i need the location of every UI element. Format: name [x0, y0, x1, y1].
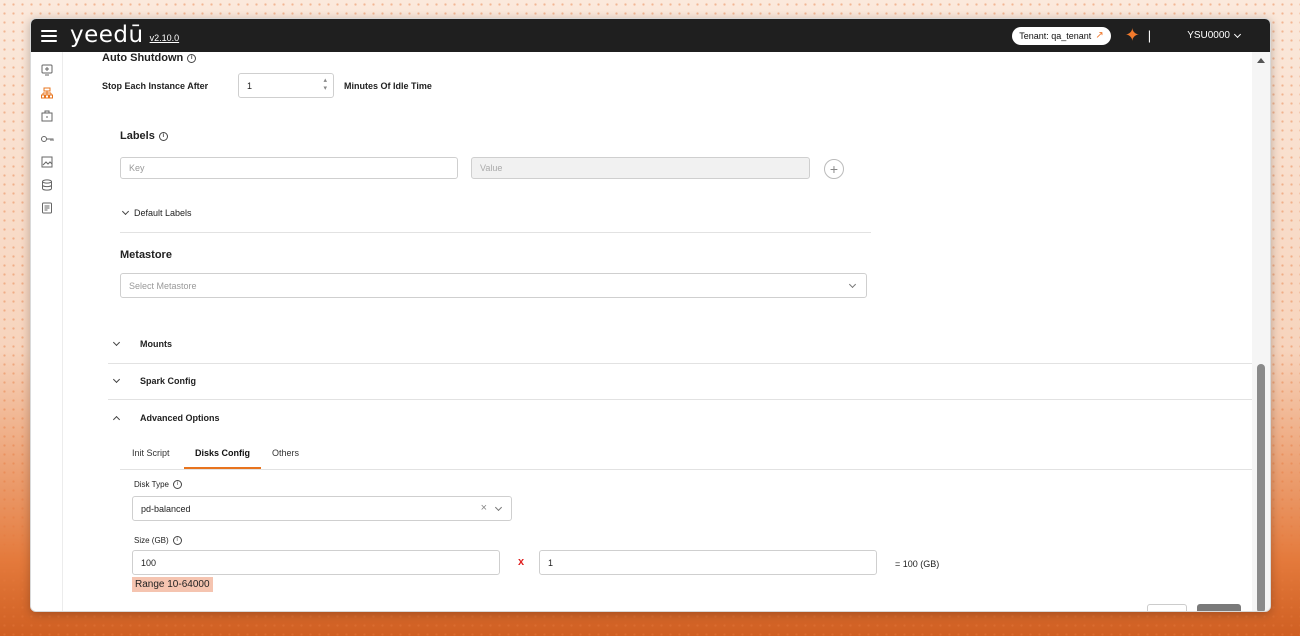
size-label: Size (GB) i: [134, 536, 182, 546]
scroll-up-arrow-icon[interactable]: [1257, 58, 1265, 63]
chevron-down-icon: [112, 338, 121, 347]
menu-icon[interactable]: [41, 29, 57, 42]
sidebar: [31, 52, 63, 611]
cluster-icon[interactable]: [31, 81, 63, 104]
info-icon[interactable]: i: [187, 53, 197, 63]
top-right-controls: Tenant: qa_tenant ↗ ✦ | YSU0000: [1012, 25, 1242, 46]
scrollbar-thumb[interactable]: [1257, 364, 1265, 611]
chevron-down-icon: [112, 375, 121, 384]
chevron-down-icon: [121, 207, 130, 216]
divider: [108, 399, 1253, 400]
user-name: YSU0000: [1187, 30, 1230, 41]
disk-type-value: pd-balanced: [141, 503, 191, 514]
topbar-divider: |: [1147, 28, 1152, 43]
info-icon[interactable]: i: [158, 131, 168, 141]
size-label-text: Size (GB): [134, 536, 169, 545]
idle-minutes-stepper[interactable]: 1 ▴ ▾: [238, 73, 334, 98]
auto-shutdown-suffix: Minutes Of Idle Time: [344, 81, 432, 91]
disk-size-input[interactable]: 100: [132, 550, 500, 575]
labels-title: Labels i: [120, 130, 168, 142]
metastore-placeholder: Select Metastore: [129, 280, 197, 291]
sparkle-icon[interactable]: ✦: [1125, 25, 1140, 46]
advanced-options-section-toggle[interactable]: Advanced Options: [112, 413, 220, 424]
tab-init-script[interactable]: Init Script: [132, 448, 170, 458]
chevron-down-icon: [1233, 30, 1242, 38]
stepper-arrows-icon[interactable]: ▴ ▾: [323, 77, 327, 93]
chevron-down-icon: [848, 280, 857, 289]
chevron-up-icon: [112, 415, 121, 424]
disk-type-select[interactable]: pd-balanced ×: [132, 496, 512, 521]
labels-title-text: Labels: [120, 130, 155, 142]
advanced-options-label: Advanced Options: [140, 413, 220, 423]
image-icon[interactable]: [31, 150, 63, 173]
submit-button[interactable]: [1197, 604, 1241, 611]
vertical-scrollbar[interactable]: [1252, 52, 1270, 611]
database-icon[interactable]: [31, 173, 63, 196]
metastore-title: Metastore: [120, 249, 172, 261]
top-bar: yeedū v2.10.0 Tenant: qa_tenant ↗ ✦ | YS…: [31, 19, 1270, 52]
disk-type-label-text: Disk Type: [134, 480, 169, 489]
external-link-icon: ↗: [1095, 30, 1104, 41]
tab-disks-config[interactable]: Disks Config: [195, 448, 250, 458]
disk-type-label: Disk Type i: [134, 480, 182, 490]
divider: [120, 469, 1253, 470]
multiply-sign: x: [518, 556, 525, 568]
divider: [108, 363, 1253, 364]
app-version-link[interactable]: v2.10.0: [150, 33, 180, 43]
default-labels-toggle[interactable]: Default Labels: [121, 207, 192, 218]
cluster-form: Auto Shutdown i Stop Each Instance After …: [63, 52, 1253, 611]
tenant-selector[interactable]: Tenant: qa_tenant ↗: [1012, 26, 1111, 45]
divider: [120, 232, 871, 233]
info-icon[interactable]: i: [172, 480, 182, 490]
auto-shutdown-title: Auto Shutdown i: [102, 52, 197, 64]
mounts-section-toggle[interactable]: Mounts: [112, 338, 172, 349]
app-logo: yeedū: [70, 22, 144, 48]
idle-minutes-value: 1: [247, 80, 253, 91]
mounts-label: Mounts: [140, 339, 172, 349]
tenant-label: Tenant: qa_tenant: [1019, 30, 1092, 41]
default-labels-text: Default Labels: [134, 208, 192, 218]
document-icon[interactable]: [31, 196, 63, 219]
chevron-down-icon: [494, 503, 503, 512]
tab-others[interactable]: Others: [272, 448, 299, 458]
info-icon[interactable]: i: [172, 536, 182, 546]
label-key-input[interactable]: Key: [120, 157, 458, 179]
cancel-button[interactable]: [1147, 604, 1187, 611]
disk-count-input[interactable]: 1: [539, 550, 877, 575]
key-icon[interactable]: [31, 127, 63, 150]
metastore-select[interactable]: Select Metastore: [120, 273, 867, 298]
spark-config-label: Spark Config: [140, 376, 197, 386]
clear-icon[interactable]: ×: [481, 502, 487, 514]
size-range-hint: Range 10-64000: [132, 577, 213, 592]
add-label-button[interactable]: +: [824, 159, 844, 179]
auto-shutdown-title-text: Auto Shutdown: [102, 52, 184, 64]
disk-size-result: = 100 (GB): [895, 559, 940, 569]
briefcase-icon[interactable]: [31, 104, 63, 127]
app-window: yeedū v2.10.0 Tenant: qa_tenant ↗ ✦ | YS…: [30, 18, 1271, 612]
user-menu[interactable]: YSU0000: [1187, 30, 1242, 41]
label-value-input[interactable]: Value: [471, 157, 810, 179]
monitor-plus-icon[interactable]: [31, 58, 63, 81]
spark-config-section-toggle[interactable]: Spark Config: [112, 375, 197, 386]
auto-shutdown-prefix: Stop Each Instance After: [102, 81, 209, 91]
